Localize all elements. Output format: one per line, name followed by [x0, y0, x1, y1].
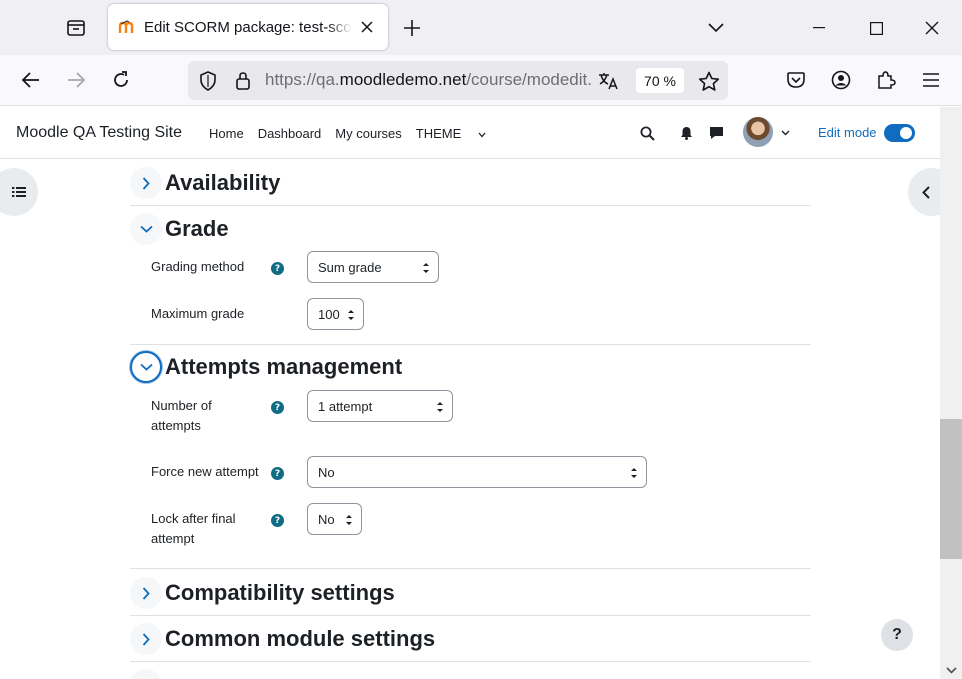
lock-after-final-attempt-select[interactable]: No — [307, 503, 362, 535]
force-new-attempt-value: No — [318, 464, 335, 480]
next-section-partial — [130, 663, 811, 679]
chevron-right-icon[interactable] — [130, 577, 162, 609]
maximum-grade-select[interactable]: 100 — [307, 298, 364, 330]
primary-navigation: Home Dashboard My courses THEME — [209, 126, 500, 141]
pocket-icon[interactable] — [780, 64, 812, 96]
chevron-right-icon[interactable] — [130, 167, 162, 199]
list-all-tabs-chevron-icon[interactable] — [702, 14, 730, 42]
moodle-navbar: Moodle QA Testing Site Home Dashboard My… — [0, 107, 940, 159]
force-new-attempt-select[interactable]: No — [307, 456, 647, 488]
close-window-icon[interactable] — [914, 10, 950, 46]
section-divider — [130, 615, 811, 616]
messages-chat-icon[interactable] — [706, 123, 726, 143]
chevron-left-icon — [922, 185, 930, 199]
chevron-down-icon[interactable] — [130, 213, 162, 245]
nav-theme-menu[interactable]: THEME — [416, 126, 487, 141]
scroll-down-arrow-icon[interactable] — [945, 664, 957, 676]
section-attempts-title[interactable]: Attempts management — [165, 354, 402, 380]
section-common-module-title[interactable]: Common module settings — [165, 626, 435, 652]
help-question-icon[interactable]: ? — [271, 467, 284, 480]
help-question-icon[interactable]: ? — [271, 401, 284, 414]
select-updown-icon — [346, 515, 352, 525]
select-updown-icon — [437, 402, 443, 412]
section-compatibility-header[interactable]: Compatibility settings — [130, 577, 395, 609]
section-divider — [130, 205, 811, 206]
page-scrollbar[interactable] — [940, 107, 962, 679]
edit-mode-label: Edit mode — [818, 125, 877, 140]
nav-my-courses[interactable]: My courses — [335, 126, 401, 141]
lock-after-final-attempt-value: No — [318, 511, 335, 527]
chevron-down-icon[interactable] — [130, 351, 162, 383]
app-menu-hamburger-icon[interactable] — [915, 64, 947, 96]
notifications-bell-icon[interactable] — [676, 123, 696, 143]
section-availability-title[interactable]: Availability — [165, 170, 280, 196]
number-of-attempts-value: 1 attempt — [318, 398, 373, 414]
address-bar[interactable]: https://qa.moodledemo.net/course/modedit… — [188, 61, 728, 100]
chevron-right-icon[interactable] — [130, 623, 162, 655]
section-common-module-header[interactable]: Common module settings — [130, 623, 435, 655]
browser-tab-bar: Edit SCORM package: test-scorm — [0, 0, 962, 55]
translate-icon[interactable] — [598, 70, 620, 92]
force-new-attempt-label: Force new attempt — [151, 464, 259, 479]
zoom-level-button[interactable]: 70 % — [636, 68, 684, 93]
tracking-shield-icon[interactable] — [197, 70, 219, 92]
lock-after-final-attempt-label: Lock after final attempt — [151, 511, 236, 546]
section-grade-header[interactable]: Grade — [130, 213, 229, 245]
grading-method-value: Sum grade — [318, 259, 382, 275]
maximize-window-icon[interactable] — [858, 10, 894, 46]
moodle-favicon-icon — [118, 18, 136, 36]
url-text[interactable]: https://qa.moodledemo.net/course/modedit… — [265, 70, 593, 90]
section-divider — [130, 661, 811, 662]
maximum-grade-label: Maximum grade — [151, 306, 245, 321]
bookmark-star-icon[interactable] — [698, 70, 720, 92]
help-question-icon[interactable]: ? — [271, 262, 284, 275]
new-tab-icon[interactable] — [398, 14, 426, 42]
close-tab-icon[interactable] — [358, 18, 376, 36]
grading-method-label: Grading method — [151, 259, 245, 274]
minimize-window-icon[interactable] — [801, 10, 837, 46]
number-of-attempts-label: Number of attempts — [151, 398, 212, 433]
padlock-icon[interactable] — [232, 70, 254, 92]
site-name[interactable]: Moodle QA Testing Site — [16, 124, 182, 142]
tab-title: Edit SCORM package: test-scorm — [144, 18, 352, 36]
search-icon[interactable] — [637, 123, 657, 143]
account-icon[interactable] — [825, 64, 857, 96]
section-divider — [130, 568, 811, 569]
section-availability-header[interactable]: Availability — [130, 167, 280, 199]
help-footer-button[interactable]: ? — [881, 619, 913, 651]
help-question-icon[interactable]: ? — [271, 514, 284, 527]
scrollbar-thumb[interactable] — [940, 419, 962, 559]
forward-arrow-icon[interactable] — [60, 64, 92, 96]
section-compatibility-title[interactable]: Compatibility settings — [165, 580, 395, 606]
user-menu-chevron-down-icon[interactable] — [775, 123, 795, 143]
section-attempts-header[interactable]: Attempts management — [130, 351, 402, 383]
maximum-grade-value: 100 — [318, 306, 340, 322]
browser-tab-active[interactable]: Edit SCORM package: test-scorm — [108, 4, 388, 50]
select-updown-icon — [423, 263, 429, 273]
nav-home[interactable]: Home — [209, 126, 244, 141]
edit-mode-toggle[interactable] — [884, 124, 915, 142]
browser-navigation-bar: https://qa.moodledemo.net/course/modedit… — [0, 55, 962, 106]
back-arrow-icon[interactable] — [15, 64, 47, 96]
section-grade-title[interactable]: Grade — [165, 216, 229, 242]
nav-theme-label: THEME — [415, 126, 462, 141]
reload-icon[interactable] — [105, 64, 137, 96]
number-of-attempts-select[interactable]: 1 attempt — [307, 390, 453, 422]
select-updown-icon — [631, 468, 637, 478]
list-icon — [12, 187, 26, 197]
select-updown-icon — [348, 310, 354, 320]
extensions-puzzle-icon[interactable] — [870, 64, 902, 96]
grading-method-select[interactable]: Sum grade — [307, 251, 439, 283]
tab-overview-icon[interactable] — [60, 12, 92, 44]
section-divider — [130, 344, 811, 345]
chevron-circle-partial — [130, 669, 162, 679]
course-index-drawer-button[interactable] — [0, 168, 38, 216]
chevron-down-icon — [478, 132, 486, 138]
nav-dashboard[interactable]: Dashboard — [258, 126, 322, 141]
user-avatar[interactable] — [743, 117, 773, 147]
